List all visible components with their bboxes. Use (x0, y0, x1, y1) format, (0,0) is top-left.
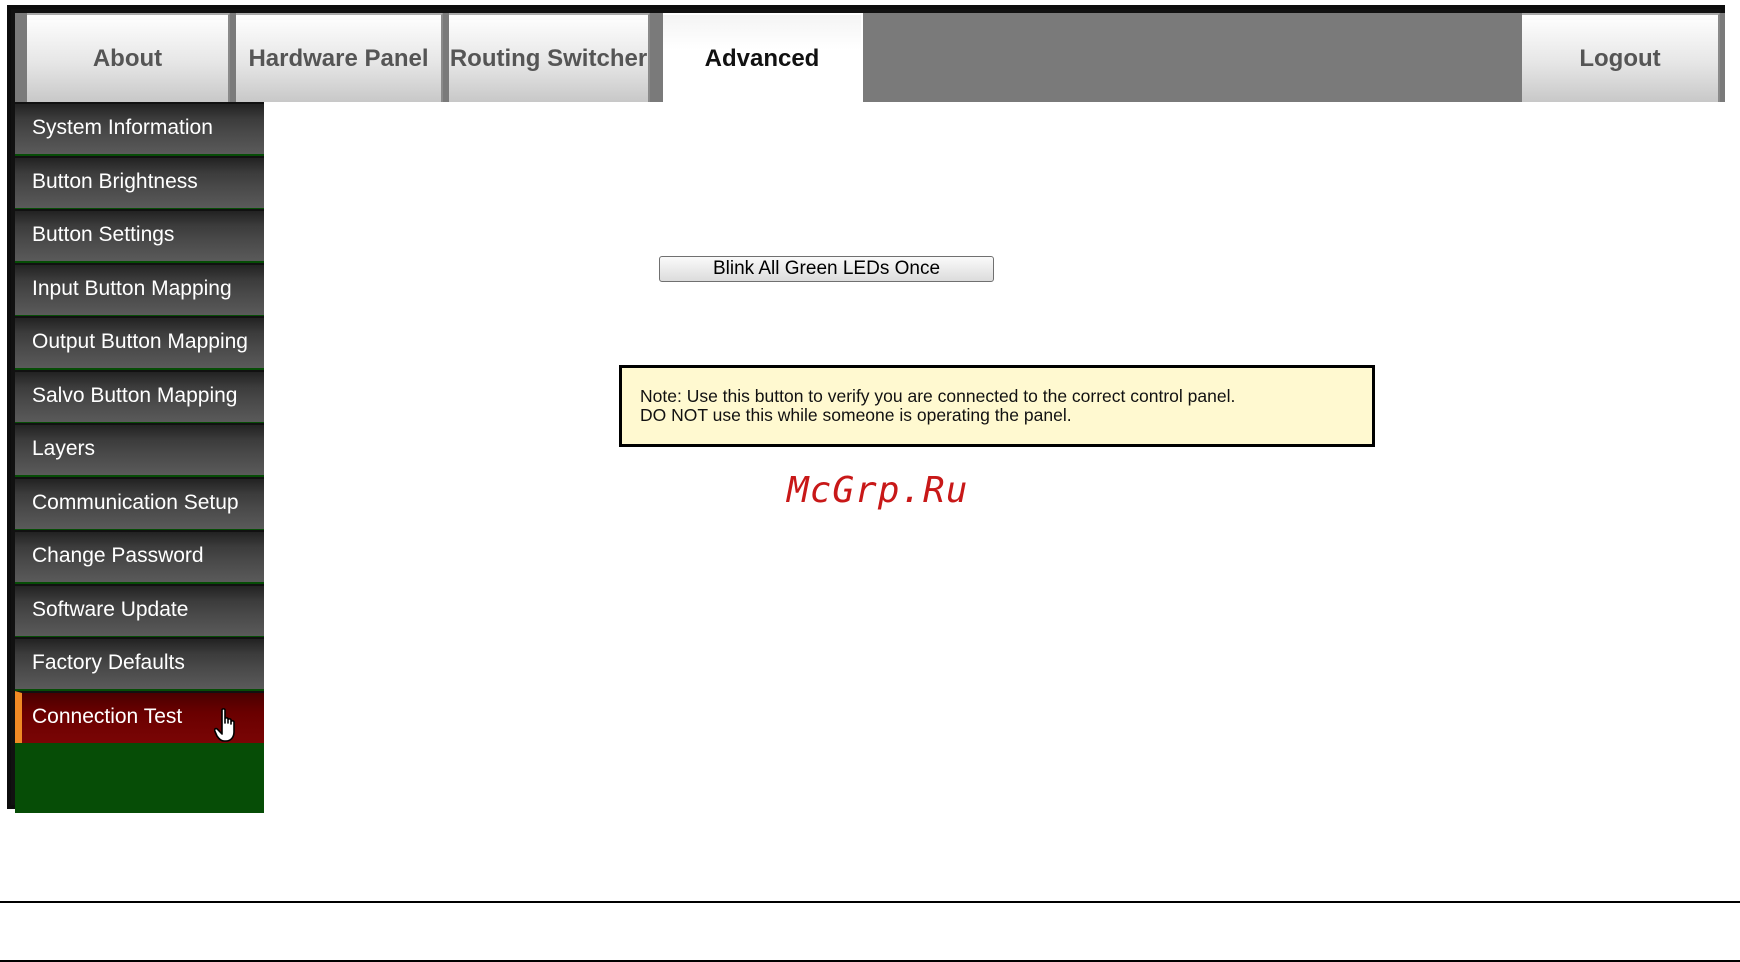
sidebar-nav: System Information Button Brightness But… (15, 102, 264, 813)
sidebar-item-factory-defaults[interactable]: Factory Defaults (15, 637, 264, 689)
sidebar-item-salvo-button-mapping[interactable]: Salvo Button Mapping (15, 369, 264, 422)
sidebar-item-button-settings[interactable]: Button Settings (15, 209, 264, 261)
tab-advanced[interactable]: Advanced (663, 13, 863, 102)
sidebar-item-system-information[interactable]: System Information (15, 102, 264, 154)
sidebar-item-input-button-mapping[interactable]: Input Button Mapping (15, 262, 264, 315)
divider-line (0, 901, 1740, 903)
watermark-text: McGrp.Ru (787, 470, 969, 511)
sidebar-item-output-button-mapping[interactable]: Output Button Mapping (15, 316, 264, 368)
note-box: Note: Use this button to verify you are … (619, 365, 1375, 447)
blink-all-green-leds-button[interactable]: Blink All Green LEDs Once (659, 256, 994, 282)
tab-about[interactable]: About (27, 13, 230, 102)
tab-routing-switcher[interactable]: Routing Switcher (449, 13, 650, 102)
sidebar-item-button-brightness[interactable]: Button Brightness (15, 155, 264, 208)
sidebar-item-communication-setup[interactable]: Communication Setup (15, 476, 264, 529)
sidebar-item-change-password[interactable]: Change Password (15, 530, 264, 582)
sidebar-item-software-update[interactable]: Software Update (15, 583, 264, 636)
note-line-1: Note: Use this button to verify you are … (640, 386, 1236, 406)
main-content: Blink All Green LEDs Once Note: Use this… (264, 102, 1725, 809)
app-window: About Hardware Panel Routing Switcher Ad… (7, 5, 1725, 813)
tab-hardware-panel[interactable]: Hardware Panel (236, 13, 443, 102)
sidebar-item-layers[interactable]: Layers (15, 423, 264, 475)
hand-pointer-cursor-icon (214, 708, 235, 742)
logout-button[interactable]: Logout (1522, 13, 1720, 102)
top-tab-bar: About Hardware Panel Routing Switcher Ad… (15, 13, 1725, 102)
note-line-2: DO NOT use this while someone is operati… (640, 405, 1072, 425)
